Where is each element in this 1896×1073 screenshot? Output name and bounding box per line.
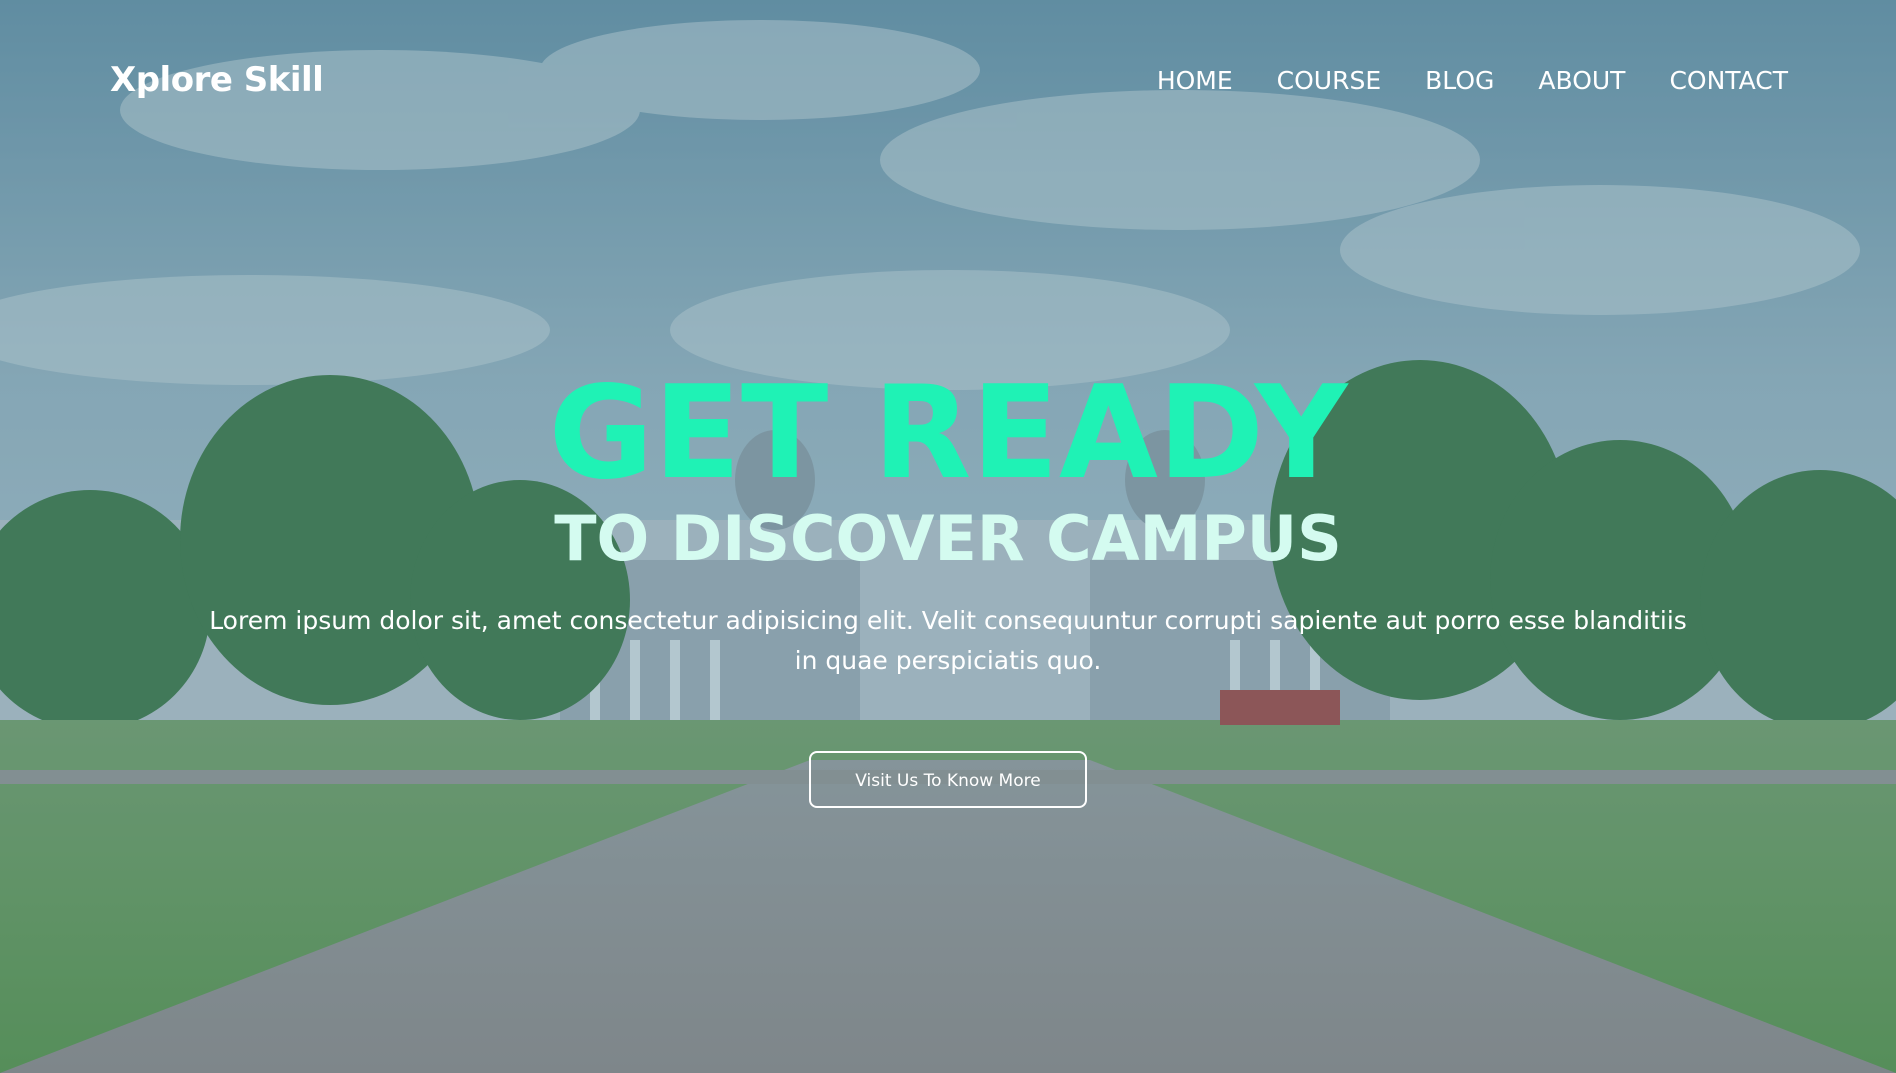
nav-link-home[interactable]: HOME: [1157, 66, 1233, 95]
nav-link-about[interactable]: ABOUT: [1538, 66, 1625, 95]
hero-subheadline: TO DISCOVER CAMPUS: [554, 502, 1342, 575]
hero-section: Xplore Skill HOME COURSE BLOG ABOUT CONT…: [0, 0, 1896, 1073]
nav-link-course[interactable]: COURSE: [1277, 66, 1381, 95]
site-header: Xplore Skill HOME COURSE BLOG ABOUT CONT…: [0, 0, 1896, 168]
nav-link-contact[interactable]: CONTACT: [1669, 66, 1788, 95]
visit-us-button[interactable]: Visit Us To Know More: [809, 751, 1087, 809]
hero-content: GET READY TO DISCOVER CAMPUS Lorem ipsum…: [0, 359, 1896, 809]
main-nav: HOME COURSE BLOG ABOUT CONTACT: [1157, 66, 1788, 95]
nav-link-blog[interactable]: BLOG: [1425, 66, 1494, 95]
hero-headline: GET READY: [548, 359, 1348, 508]
brand-logo[interactable]: Xplore Skill: [110, 60, 324, 100]
hero-description: Lorem ipsum dolor sit, amet consectetur …: [209, 606, 1687, 676]
